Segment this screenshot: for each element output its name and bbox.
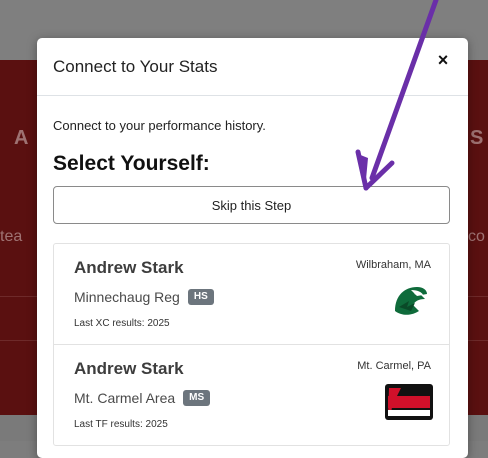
school-name: Minnechaug Reg [74, 289, 180, 305]
select-yourself-heading: Select Yourself: [53, 152, 210, 175]
athlete-school: Minnechaug Reg HS [74, 289, 214, 305]
background-text-fragment: A [14, 127, 29, 149]
skip-step-button[interactable]: Skip this Step [53, 186, 450, 224]
athlete-result-item[interactable]: Andrew Stark Mt. Carmel Area MS Last TF … [54, 345, 449, 445]
athlete-school: Mt. Carmel Area MS [74, 390, 211, 406]
athlete-result-item[interactable]: Andrew Stark Minnechaug Reg HS Last XC r… [54, 244, 449, 345]
background-text-fragment: co [468, 228, 485, 245]
modal-title: Connect to Your Stats [53, 57, 218, 76]
last-results-text: Last XC results: 2025 [74, 318, 170, 329]
intro-text: Connect to your performance history. [53, 118, 266, 133]
athlete-results-list: Andrew Stark Minnechaug Reg HS Last XC r… [53, 243, 450, 446]
close-button[interactable]: × [432, 49, 454, 71]
tornadoes-logo-icon [385, 384, 433, 420]
connect-stats-modal: Connect to Your Stats × Connect to your … [37, 38, 468, 458]
athlete-location: Wilbraham, MA [355, 259, 431, 271]
school-name: Mt. Carmel Area [74, 390, 176, 406]
falcon-logo-icon [395, 287, 427, 315]
modal-header: Connect to Your Stats × [37, 38, 468, 96]
athlete-location: Mt. Carmel, PA [357, 360, 431, 372]
level-badge: HS [187, 289, 214, 305]
close-icon: × [437, 50, 449, 70]
background-text-fragment: S [470, 127, 484, 149]
level-badge: MS [183, 390, 211, 406]
last-results-text: Last TF results: 2025 [74, 419, 168, 430]
background-text-fragment: tea [0, 228, 23, 245]
athlete-name: Andrew Stark [74, 359, 184, 378]
athlete-name: Andrew Stark [74, 258, 184, 277]
